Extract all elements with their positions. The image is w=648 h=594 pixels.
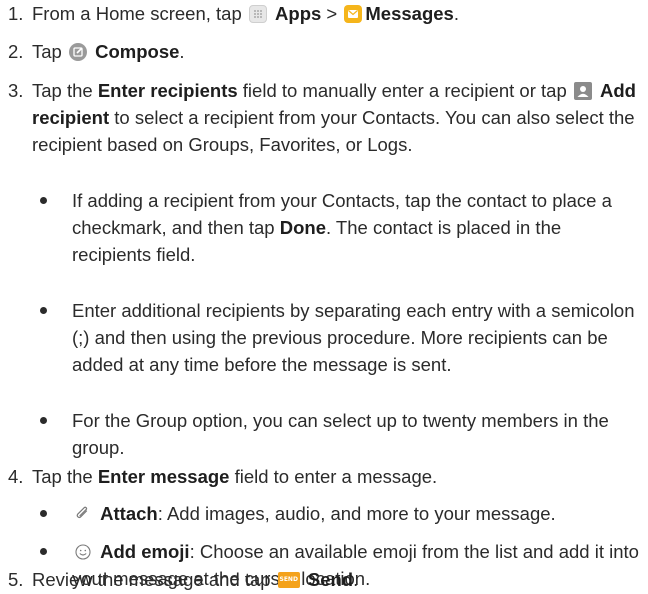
- step-text: Tap the: [32, 80, 93, 101]
- bullet-text: : Add images, audio, and more to your me…: [157, 503, 556, 524]
- separator: >: [326, 3, 338, 24]
- send-icon: SEND: [277, 572, 300, 588]
- step-text: field to manually enter a recipient or t…: [242, 80, 567, 101]
- enter-recipients-label: Enter recipients: [97, 80, 238, 101]
- step-2: 2. Tap Compose.: [8, 38, 644, 65]
- emoji-icon: [74, 543, 92, 561]
- step-text: to select a recipient from your Contacts…: [32, 107, 635, 155]
- add-emoji-label: Add emoji: [100, 541, 190, 562]
- step-3: 3. Tap the Enter recipients field to man…: [8, 77, 644, 158]
- messages-label: Messages: [365, 3, 454, 24]
- add-recipient-icon: [573, 82, 592, 100]
- step-text: From a Home screen, tap: [32, 3, 242, 24]
- step-number: 2.: [8, 41, 24, 62]
- step-5: 5. Review the message and tap SEND Send.: [8, 566, 644, 593]
- instructions-document: 1. From a Home screen, tap Apps > Messag…: [0, 0, 648, 594]
- attach-icon: [74, 505, 92, 523]
- bullet-dot: [40, 417, 47, 424]
- bullet-text: For the Group option, you can select up …: [72, 410, 609, 458]
- compose-icon: [68, 43, 87, 61]
- send-icon-label: SEND: [279, 576, 298, 583]
- step-text: Review the message and tap: [32, 569, 271, 590]
- step-number: 3.: [8, 80, 24, 101]
- bullet-dot: [40, 510, 47, 517]
- step-text: Tap the: [32, 466, 93, 487]
- enter-message-label: Enter message: [97, 466, 230, 487]
- bullet-item: If adding a recipient from your Contacts…: [40, 187, 644, 268]
- step-number: 4.: [8, 466, 24, 487]
- messages-icon: [344, 5, 363, 23]
- bullet-item: Enter additional recipients by separatin…: [40, 297, 644, 378]
- bullet-item: For the Group option, you can select up …: [40, 407, 644, 461]
- bullet-text: Enter additional recipients by separatin…: [72, 300, 635, 375]
- bullet-dot: [40, 307, 47, 314]
- step-number: 5.: [8, 569, 24, 590]
- period: .: [453, 3, 459, 24]
- apps-label: Apps: [275, 3, 322, 24]
- period: .: [179, 41, 185, 62]
- step-text: field to enter a message.: [234, 466, 438, 487]
- step-text: Tap: [32, 41, 62, 62]
- compose-label: Compose: [95, 41, 180, 62]
- step-number: 1.: [8, 3, 24, 24]
- send-label: Send: [307, 569, 354, 590]
- bullet-item: Attach: Add images, audio, and more to y…: [40, 500, 644, 527]
- bullet-dot: [40, 197, 47, 204]
- step-1: 1. From a Home screen, tap Apps > Messag…: [8, 0, 644, 27]
- bullet-dot: [40, 548, 47, 555]
- step-4: 4. Tap the Enter message field to enter …: [8, 463, 644, 490]
- period: .: [353, 569, 359, 590]
- apps-icon: [248, 5, 267, 23]
- attach-label: Attach: [100, 503, 158, 524]
- done-label: Done: [279, 217, 326, 238]
